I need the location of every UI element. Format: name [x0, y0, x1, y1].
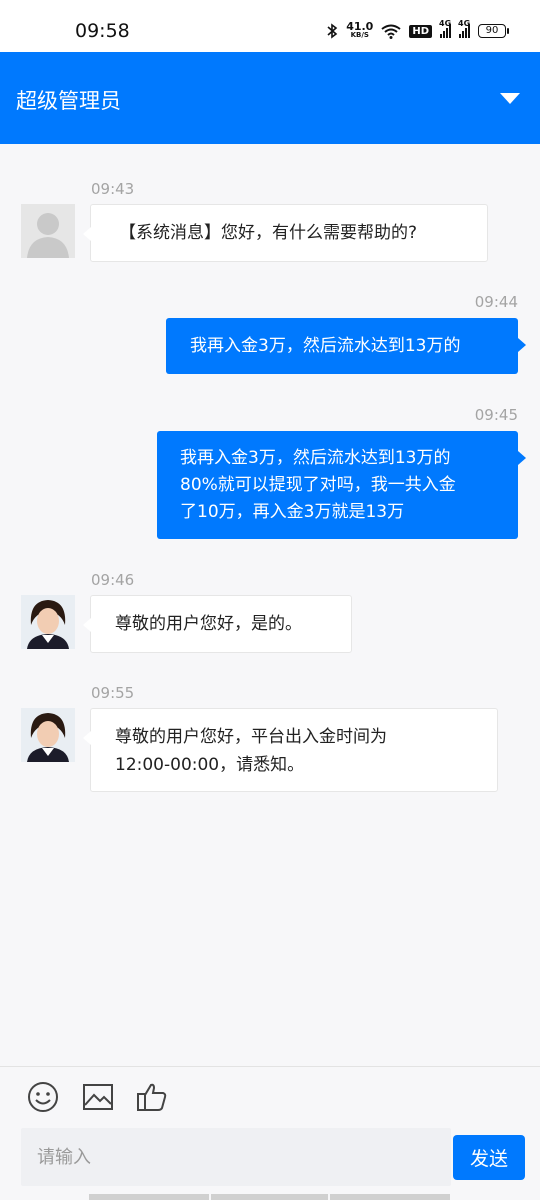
message-text: 【系统消息】您好，有什么需要帮助的? — [119, 223, 418, 243]
message-text: 我再入金3万，然后流水达到13万的 — [190, 336, 461, 356]
message-timestamp: 09:55 — [91, 684, 135, 702]
status-bar: 09:58 41.0 KB/S HD 4G 4G 90 — [0, 0, 540, 52]
system-avatar — [21, 204, 75, 258]
signal-2-label: 4G — [458, 19, 471, 28]
image-icon[interactable] — [81, 1080, 115, 1114]
agent-avatar — [21, 595, 75, 649]
message-timestamp: 09:45 — [474, 406, 518, 424]
status-icons: 41.0 KB/S HD 4G 4G 90 — [326, 19, 509, 40]
message-bubble-outgoing: 我再入金3万，然后流水达到13万的 80%就可以提现了对吗，我一共入金 了10万… — [157, 431, 526, 539]
agent-avatar — [21, 708, 75, 762]
message-text-line: 了10万，再入金3万就是13万 — [180, 502, 405, 522]
message-timestamp: 09:43 — [91, 180, 135, 198]
person-placeholder-icon — [27, 213, 69, 258]
message-bubble-outgoing: 我再入金3万，然后流水达到13万的 — [166, 318, 526, 374]
thumbs-up-icon[interactable] — [135, 1080, 169, 1114]
network-speed: 41.0 KB/S — [346, 20, 374, 40]
message-text-line: 我再入金3万，然后流水达到13万的 — [180, 448, 451, 468]
message-bubble-incoming: 尊敬的用户您好，平台出入金时间为 12:00-00:00，请悉知。 — [83, 708, 498, 792]
signal-1-label: 4G — [439, 19, 452, 28]
message-timestamp: 09:46 — [91, 571, 135, 589]
chat-title: 超级管理员 — [16, 89, 121, 113]
smiley-icon[interactable] — [26, 1080, 60, 1114]
battery-level: 90 — [485, 25, 499, 36]
nav-handle-right — [330, 1194, 450, 1200]
message-bubble-incoming: 尊敬的用户您好，是的。 — [83, 595, 352, 653]
chat-header: 超级管理员 — [0, 52, 540, 144]
signal-2-icon: 4G — [458, 19, 470, 38]
nav-handle-middle — [211, 1194, 328, 1200]
agent-portrait-icon — [21, 708, 75, 762]
status-time: 09:58 — [75, 20, 130, 42]
network-speed-unit: KB/S — [350, 31, 369, 39]
hd-badge: HD — [409, 24, 432, 38]
bluetooth-icon — [327, 23, 338, 39]
message-timestamp: 09:44 — [474, 293, 518, 311]
message-text-line: 尊敬的用户您好，平台出入金时间为 — [115, 727, 387, 747]
wifi-icon — [381, 24, 401, 39]
message-text-line: 80%就可以提现了对吗，我一共入金 — [180, 475, 456, 495]
signal-1-icon: 4G — [439, 19, 451, 38]
network-speed-value: 41.0 — [346, 20, 374, 33]
message-text: 尊敬的用户您好，是的。 — [115, 614, 302, 634]
nav-handle-left — [89, 1194, 209, 1200]
composer-divider — [0, 1066, 540, 1067]
message-input[interactable] — [21, 1128, 451, 1186]
triangle-down-icon[interactable] — [500, 93, 520, 104]
battery-icon: 90 — [478, 24, 509, 38]
send-button[interactable]: 发送 — [453, 1135, 525, 1180]
agent-portrait-icon — [21, 595, 75, 649]
message-text-line: 12:00-00:00，请悉知。 — [115, 755, 305, 775]
message-bubble-incoming: 【系统消息】您好，有什么需要帮助的? — [83, 204, 488, 262]
